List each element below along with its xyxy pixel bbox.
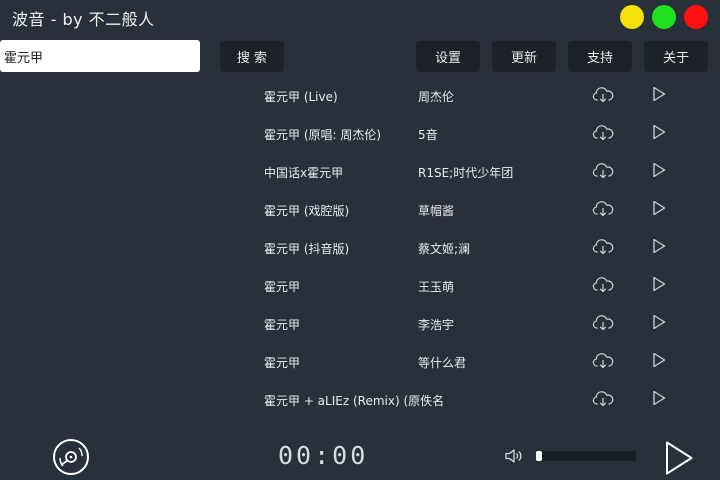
play-icon[interactable] <box>652 314 666 330</box>
minimize-button[interactable] <box>620 5 644 29</box>
search-input[interactable] <box>0 40 200 72</box>
volume-level <box>536 451 542 461</box>
song-artist: 李浩宇 <box>418 318 455 332</box>
cloud-download-icon[interactable] <box>592 352 614 370</box>
song-name: 霍元甲 (戏腔版) <box>264 204 350 218</box>
playback-time: 00:00 <box>278 441 369 470</box>
play-icon[interactable] <box>652 86 666 102</box>
song-artist: 周杰伦 <box>418 90 455 104</box>
song-row[interactable]: 霍元甲 + aLIEz (Remix) (原佚名 <box>220 382 720 420</box>
cloud-download-icon[interactable] <box>592 162 614 180</box>
play-icon[interactable] <box>652 390 666 406</box>
song-row[interactable]: 霍元甲 (Live) 周杰伦 <box>220 78 720 116</box>
song-row[interactable]: 中国话x霍元甲 R1SE;时代少年团 <box>220 154 720 192</box>
support-button[interactable]: 支持 <box>568 41 632 72</box>
song-artist: 等什么君 <box>418 356 467 370</box>
song-name: 霍元甲 (抖音版) <box>264 242 350 256</box>
play-icon[interactable] <box>652 200 666 216</box>
close-button[interactable] <box>684 5 708 29</box>
play-icon[interactable] <box>652 352 666 368</box>
volume-icon[interactable] <box>504 446 524 466</box>
cloud-download-icon[interactable] <box>592 276 614 294</box>
cloud-download-icon[interactable] <box>592 238 614 256</box>
song-artist: 王玉萌 <box>418 280 455 294</box>
cloud-download-icon[interactable] <box>592 124 614 142</box>
song-artist: 草帽酱 <box>418 204 455 218</box>
play-icon[interactable] <box>652 124 666 140</box>
cloud-download-icon[interactable] <box>592 200 614 218</box>
cloud-download-icon[interactable] <box>592 314 614 332</box>
song-row[interactable]: 霍元甲 等什么君 <box>220 344 720 382</box>
song-name: 霍元甲 (Live) <box>264 90 338 104</box>
disc-icon[interactable] <box>52 438 90 476</box>
cloud-download-icon[interactable] <box>592 86 614 104</box>
song-row[interactable]: 霍元甲 (戏腔版) 草帽酱 <box>220 192 720 230</box>
song-name: 中国话x霍元甲 <box>264 166 344 180</box>
window-title: 波音 - by 不二般人 <box>12 10 155 29</box>
cloud-download-icon[interactable] <box>592 390 614 408</box>
search-button[interactable]: 搜 索 <box>220 41 284 72</box>
song-row[interactable]: 霍元甲 (原唱: 周杰伦) 5音 <box>220 116 720 154</box>
song-row[interactable]: 霍元甲 李浩宇 <box>220 306 720 344</box>
song-name: 霍元甲 (原唱: 周杰伦) <box>264 128 382 142</box>
song-row[interactable]: 霍元甲 (抖音版) 蔡文姬;澜 <box>220 230 720 268</box>
song-name: 霍元甲 <box>264 280 301 294</box>
song-name: 霍元甲 <box>264 318 301 332</box>
play-icon[interactable] <box>652 276 666 292</box>
maximize-button[interactable] <box>652 5 676 29</box>
about-button[interactable]: 关于 <box>644 41 708 72</box>
song-name: 霍元甲 + aLIEz (Remix) (原佚名 <box>264 394 445 408</box>
song-name: 霍元甲 <box>264 356 301 370</box>
update-button[interactable]: 更新 <box>492 41 556 72</box>
song-artist: 5音 <box>418 128 438 142</box>
play-icon[interactable] <box>652 162 666 178</box>
main-play-icon[interactable] <box>664 440 694 476</box>
song-row[interactable]: 霍元甲 王玉萌 <box>220 268 720 306</box>
settings-button[interactable]: 设置 <box>416 41 480 72</box>
song-artist: 蔡文姬;澜 <box>418 242 471 256</box>
play-icon[interactable] <box>652 238 666 254</box>
volume-slider[interactable] <box>536 451 636 461</box>
song-artist: R1SE;时代少年团 <box>418 166 514 180</box>
